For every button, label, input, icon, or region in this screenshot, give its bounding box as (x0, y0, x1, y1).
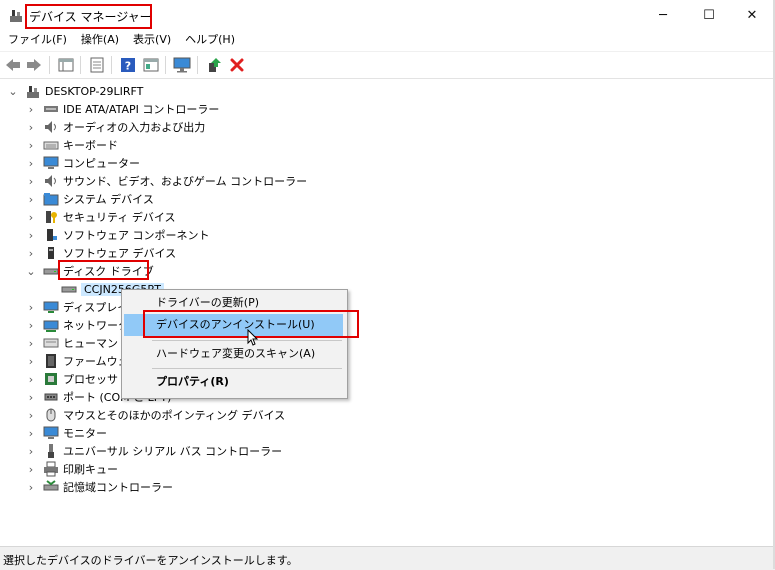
chevron-right-icon[interactable]: › (25, 427, 37, 440)
tree-item-mouse[interactable]: › マウスとそのほかのポインティング デバイス (25, 406, 285, 424)
chevron-right-icon[interactable]: › (25, 139, 37, 152)
tree-item-network[interactable]: › ネットワーク (25, 316, 129, 334)
tree-root[interactable]: ⌄ DESKTOP-29LIRFT (7, 82, 143, 100)
close-button[interactable]: ✕ (729, 0, 775, 30)
chevron-right-icon[interactable]: › (25, 157, 37, 170)
view-pane-icon[interactable] (142, 56, 160, 74)
toolbar: ? (0, 51, 775, 79)
device-tree: ⌄ DESKTOP-29LIRFT › IDE ATA/ATAPI コントローラ… (0, 80, 775, 545)
software-component-icon (47, 229, 57, 241)
properties-sheet-icon[interactable] (88, 56, 106, 74)
disk-drive-annotation-box (58, 260, 149, 280)
menu-bar: ファイル(F) 操作(A) 表示(V) ヘルプ(H) (0, 31, 775, 50)
firmware-chip-icon (46, 354, 56, 368)
chevron-right-icon[interactable]: › (25, 247, 37, 260)
speaker-icon (45, 175, 56, 187)
menu-file[interactable]: ファイル(F) (0, 31, 73, 50)
context-menu: ドライバーの更新(P) デバイスのアンインストール(U) ハードウェア変更のスキ… (121, 289, 348, 399)
processor-icon (45, 373, 57, 385)
hid-icon (43, 338, 59, 348)
tree-item-audio[interactable]: › オーディオの入力および出力 (25, 118, 205, 136)
chevron-right-icon[interactable]: › (25, 103, 37, 116)
chevron-right-icon[interactable]: › (25, 373, 37, 386)
ide-controller-icon (44, 106, 58, 112)
chevron-right-icon[interactable]: › (25, 391, 37, 404)
chevron-right-icon[interactable]: › (25, 193, 37, 206)
title-annotation-box (25, 4, 152, 29)
chevron-right-icon[interactable]: › (25, 409, 37, 422)
svg-text:?: ? (125, 60, 131, 73)
software-device-icon (48, 247, 54, 259)
uninstall-x-icon[interactable] (228, 56, 246, 74)
minimize-button[interactable]: ─ (640, 0, 686, 30)
forward-arrow-icon[interactable] (25, 56, 43, 74)
scan-hardware-menu-item[interactable]: ハードウェア変更のスキャン(A) (124, 343, 343, 365)
monitor-scan-icon[interactable] (173, 56, 191, 74)
security-key-icon (46, 211, 57, 223)
menu-action[interactable]: 操作(A) (73, 31, 125, 50)
storage-controller-icon (43, 480, 59, 491)
tree-item-monitor[interactable]: › モニター (25, 424, 107, 442)
menu-view[interactable]: 表示(V) (125, 31, 177, 50)
chevron-right-icon[interactable]: › (25, 445, 37, 458)
help-icon[interactable]: ? (119, 56, 137, 74)
tree-item-computer[interactable]: › コンピューター (25, 154, 140, 172)
tree-item-security[interactable]: › セキュリティ デバイス (25, 208, 176, 226)
show-hide-tree-icon[interactable] (57, 56, 75, 74)
title-bar: デバイス マネージャー ─ ☐ ✕ (0, 0, 775, 30)
chevron-right-icon[interactable]: › (25, 481, 37, 494)
chevron-right-icon[interactable]: › (25, 301, 37, 314)
tree-item-display[interactable]: › ディスプレイ (25, 298, 128, 316)
computer-icon (27, 86, 39, 98)
disk-drive-icon (43, 268, 59, 275)
chevron-right-icon[interactable]: › (25, 355, 37, 368)
properties-menu-item[interactable]: プロパティ(R) (124, 371, 343, 393)
chevron-right-icon[interactable]: › (25, 211, 37, 224)
tree-item-sound[interactable]: › サウンド、ビデオ、およびゲーム コントローラー (25, 172, 307, 190)
menu-help[interactable]: ヘルプ(H) (177, 31, 241, 50)
monitor-icon (43, 426, 59, 439)
tree-root-label: DESKTOP-29LIRFT (45, 84, 144, 98)
status-text: 選択したデバイスのドライバーをアンインストールします。 (3, 554, 298, 567)
usb-icon (48, 444, 54, 458)
tree-item-ide[interactable]: › IDE ATA/ATAPI コントローラー (25, 100, 220, 118)
keyboard-icon (43, 141, 59, 150)
mouse-cursor-icon (247, 329, 259, 346)
update-driver-icon[interactable] (205, 56, 223, 74)
tree-item-storage[interactable]: › 記憶域コントローラー (25, 478, 173, 496)
chevron-down-icon[interactable]: ⌄ (25, 265, 37, 278)
maximize-button[interactable]: ☐ (686, 0, 732, 30)
chevron-right-icon[interactable]: › (25, 463, 37, 476)
tree-item-print-queue[interactable]: › 印刷キュー (25, 460, 118, 478)
speaker-icon (45, 121, 56, 133)
device-manager-app-icon (10, 10, 22, 22)
tree-item-usb[interactable]: › ユニバーサル シリアル バス コントローラー (25, 442, 282, 460)
tree-item-sw-component[interactable]: › ソフトウェア コンポーネント (25, 226, 210, 244)
chevron-right-icon[interactable]: › (25, 175, 37, 188)
tree-item-system[interactable]: › システム デバイス (25, 190, 154, 208)
chevron-down-icon[interactable]: ⌄ (7, 85, 19, 98)
port-icon (44, 393, 58, 401)
chevron-right-icon[interactable]: › (25, 337, 37, 350)
disk-drive-icon (61, 286, 77, 293)
system-folder-icon (43, 193, 59, 206)
back-arrow-icon[interactable] (4, 56, 22, 74)
tree-item-hid[interactable]: › ヒューマン イ (25, 334, 133, 352)
chevron-right-icon[interactable]: › (25, 319, 37, 332)
printer-icon (44, 461, 58, 477)
network-adapter-icon (43, 320, 59, 332)
chevron-right-icon[interactable]: › (25, 229, 37, 242)
display-adapter-icon (43, 301, 59, 313)
mouse-icon (46, 408, 56, 422)
status-bar: 選択したデバイスのドライバーをアンインストールします。 (0, 546, 775, 570)
monitor-icon (43, 156, 59, 169)
tree-item-processor[interactable]: › プロセッサ (25, 370, 118, 388)
menu-separator (152, 368, 342, 369)
chevron-right-icon[interactable]: › (25, 121, 37, 134)
tree-item-keyboard[interactable]: › キーボード (25, 136, 118, 154)
